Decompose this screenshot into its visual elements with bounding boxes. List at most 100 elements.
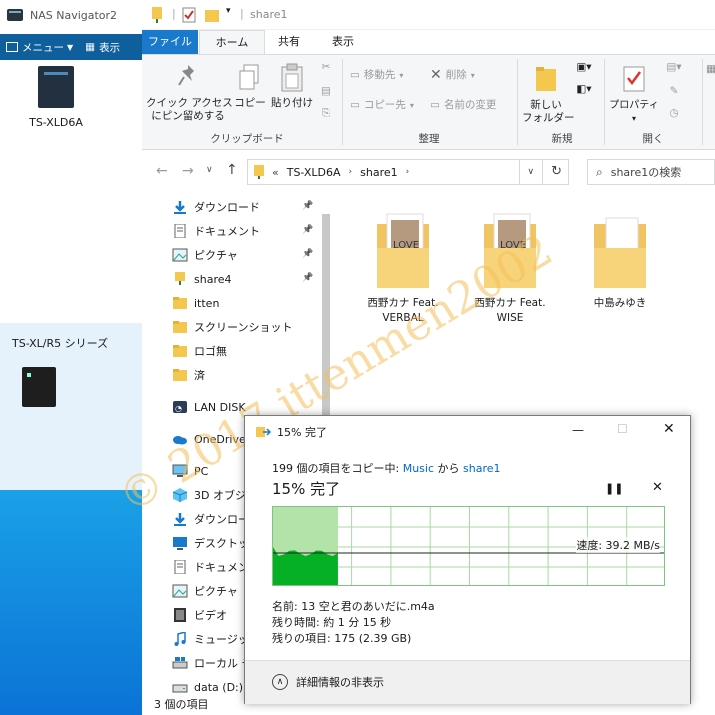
download-icon <box>174 201 186 214</box>
folder-icon <box>173 297 187 309</box>
nav-item[interactable]: ビデオ <box>172 604 227 626</box>
nav-item[interactable]: ピクチャ <box>172 580 238 602</box>
details-toggle-label: 詳細情報の非表示 <box>296 676 384 689</box>
easy-access-icon[interactable]: ◧▾ <box>574 83 594 96</box>
open-icon[interactable]: ▤▾ <box>666 61 682 74</box>
minimize-icon[interactable]: — <box>572 423 584 437</box>
onedrive-icon <box>173 436 187 445</box>
tab-view[interactable]: 表示 <box>322 30 364 54</box>
svg-text:◔: ◔ <box>175 404 182 413</box>
nav-item-label: ピクチャ <box>194 249 238 262</box>
breadcrumb-chevron-icon[interactable]: › <box>349 167 353 177</box>
folder-item[interactable]: LOVE 西野カナ Feat. VERBAL <box>353 208 453 326</box>
tab-share[interactable]: 共有 <box>268 30 310 54</box>
pause-icon[interactable]: ❚❚ <box>605 482 623 495</box>
pin-quick-access-button[interactable]: クイック アクセス にピン留めする <box>146 63 233 123</box>
copy-to-icon: ▭ <box>350 99 360 111</box>
recent-locations-icon[interactable]: ∨ <box>206 165 213 175</box>
nav-item-label: itten <box>194 296 220 310</box>
search-box[interactable]: ⌕ share1の検索 <box>587 159 715 185</box>
breadcrumb-folder[interactable]: share1 <box>360 166 398 179</box>
refresh-icon[interactable]: ↻ <box>542 160 562 184</box>
new-folder-button[interactable]: 新しい フォルダー <box>522 63 575 125</box>
folder-item[interactable]: LOVE 西野カナ Feat. WISE <box>460 208 560 326</box>
nav-item[interactable]: ピクチャ <box>172 244 238 266</box>
time-remaining: 残り時間: 約 1 分 15 秒 <box>272 616 392 629</box>
lan-disk-icon: ◔ <box>173 401 187 413</box>
copy-summary: 199 個の項目をコピー中: Music から share1 <box>272 460 501 476</box>
group-clipboard-label: クリップボード <box>210 133 284 145</box>
destination-link[interactable]: share1 <box>463 462 501 475</box>
details-toggle-button[interactable]: ∧ 詳細情報の非表示 <box>272 674 384 690</box>
folder-item[interactable]: 中島みゆき <box>570 208 670 311</box>
breadcrumb-chevron-icon[interactable]: › <box>406 167 410 177</box>
nav-item[interactable]: share4 <box>172 268 232 290</box>
new-folder-qat-icon[interactable] <box>204 7 220 23</box>
nav-item[interactable]: ロゴ無 <box>172 340 227 362</box>
items-remaining: 残りの項目: 175 (2.39 GB) <box>272 632 412 645</box>
status-item-count: 3 個の項目 <box>154 698 209 711</box>
paste-shortcut-icon[interactable]: ⎘ <box>318 107 334 120</box>
nas-view-button[interactable]: ▦ 表示 <box>85 40 120 55</box>
breadcrumb-overflow-icon[interactable]: « <box>272 166 279 179</box>
copy-button[interactable]: コピー <box>230 63 270 110</box>
nav-item[interactable]: ◔ LAN DISK <box>172 396 246 418</box>
local-disk-icon <box>172 657 188 669</box>
cancel-icon[interactable]: ✕ <box>652 480 663 495</box>
current-file-name: 名前: 13 空と君のあいだに.m4a <box>272 600 435 613</box>
paste-label: 貼り付け <box>271 97 313 109</box>
source-link[interactable]: Music <box>403 462 434 475</box>
nas-menu-button[interactable]: メニュー ▼ <box>6 40 73 55</box>
move-to-button[interactable]: ▭ 移動先 ▾ <box>350 69 403 82</box>
nav-item-label: share4 <box>194 272 232 286</box>
tab-home[interactable]: ホーム <box>199 30 265 54</box>
nas-series-label: TS-XL/R5 シリーズ <box>12 337 109 350</box>
breadcrumb-root[interactable]: TS-XLD6A <box>287 166 341 179</box>
chevron-up-icon: ∧ <box>272 674 288 690</box>
toolbar-separator: | <box>172 7 176 20</box>
nas-device-ts-xld6a[interactable]: TS-XLD6A <box>20 66 92 129</box>
paste-button[interactable]: 貼り付け <box>270 63 314 110</box>
nav-item[interactable]: OneDrive <box>172 428 246 450</box>
address-dropdown-icon[interactable]: ∨ <box>518 160 534 184</box>
close-icon[interactable]: ✕ <box>663 421 675 437</box>
back-arrow-icon[interactable]: ← <box>156 163 168 179</box>
music-icon <box>174 632 186 646</box>
address-bar[interactable]: « TS-XLD6A › share1 › ∨ ↻ <box>247 159 569 185</box>
ribbon-separator <box>604 59 605 145</box>
speed-label: 速度: 39.2 MB/s <box>576 537 660 553</box>
customize-qat-icon[interactable]: ▾ <box>226 6 231 16</box>
cut-icon[interactable]: ✂ <box>318 61 334 74</box>
nav-item[interactable]: PC <box>172 460 208 482</box>
network-drive-icon <box>254 165 264 179</box>
copy-to-button[interactable]: ▭ コピー先 ▾ <box>350 99 414 112</box>
nav-item-label: ピクチャ <box>194 585 238 598</box>
transfer-speed-graph: 速度: 39.2 MB/s <box>272 506 665 586</box>
up-arrow-icon[interactable]: ↑ <box>226 162 238 178</box>
rename-button[interactable]: ▭ 名前の変更 <box>430 99 496 112</box>
copy-progress-dialog: 15% 完了 — ☐ ✕ 199 個の項目をコピー中: Music から sha… <box>244 415 691 704</box>
history-icon[interactable]: ◷ <box>666 107 682 120</box>
copy-path-icon[interactable]: ▤ <box>318 85 334 98</box>
select-icon[interactable]: ▦ <box>706 63 715 76</box>
nas-series-device-icon[interactable] <box>22 367 56 407</box>
delete-button[interactable]: ✕ 削除 ▾ <box>430 67 475 83</box>
properties-button[interactable]: プロパティ ▾ <box>608 63 660 125</box>
nav-item[interactable]: itten <box>172 292 219 314</box>
delete-icon: ✕ <box>430 67 442 83</box>
toolbar-separator: | <box>240 7 244 20</box>
nav-item-label: ロゴ無 <box>194 345 227 358</box>
forward-arrow-icon[interactable]: → <box>182 163 194 179</box>
nav-item[interactable]: ドキュメント <box>172 220 260 242</box>
properties-icon[interactable] <box>182 7 196 23</box>
paste-icon <box>281 63 303 92</box>
nav-item[interactable]: 済 <box>172 364 205 386</box>
tab-file[interactable]: ファイル <box>142 30 198 54</box>
nav-item[interactable]: ダウンロード <box>172 196 260 218</box>
window-title: share1 <box>250 8 288 21</box>
copy-label: コピー <box>234 97 266 109</box>
new-item-icon[interactable]: ▣▾ <box>574 61 594 74</box>
edit-icon[interactable]: ✎ <box>666 85 682 98</box>
nav-item[interactable]: スクリーンショット <box>172 316 292 338</box>
rename-label: 名前の変更 <box>443 99 497 111</box>
